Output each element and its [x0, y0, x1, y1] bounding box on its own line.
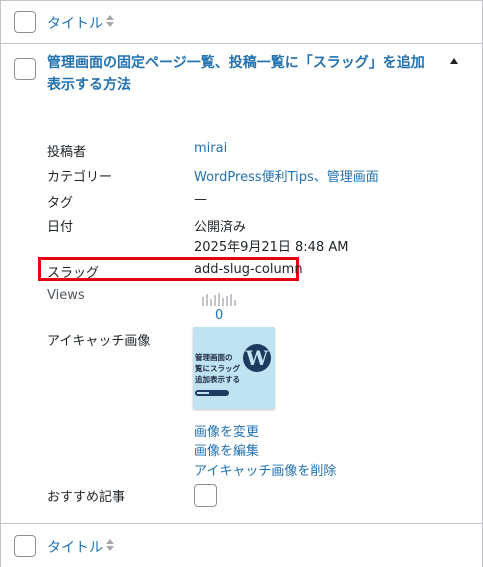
remove-featured-image-link[interactable]: アイキャッチ画像を削除 — [194, 460, 336, 479]
slug-value: add-slug-column — [194, 262, 303, 277]
wordpress-logo-icon: W — [243, 344, 271, 372]
recommend-label: おすすめ記事 — [47, 490, 126, 505]
column-title-sort-link-footer[interactable]: タイトル — [47, 537, 103, 557]
sort-arrows-icon[interactable] — [105, 14, 115, 30]
recommend-checkbox[interactable] — [194, 484, 217, 507]
post-title-link[interactable]: 管理画面の固定ページ一覧、投稿一覧に「スラッグ」を追加表示する方法 — [47, 52, 432, 96]
views-count-link[interactable]: 0 — [215, 308, 223, 323]
date-value: 2025年9月21日 8:48 AM — [194, 240, 349, 255]
date-label: 日付 — [47, 220, 74, 235]
slug-label: スラッグ — [47, 266, 100, 281]
select-all-checkbox-footer[interactable] — [14, 535, 36, 557]
change-image-link[interactable]: 画像を変更 — [194, 421, 259, 440]
sort-arrows-icon[interactable] — [105, 538, 115, 554]
row-select-checkbox[interactable] — [14, 58, 36, 80]
collapse-row-icon[interactable] — [450, 58, 458, 64]
views-label: Views — [47, 288, 85, 303]
edit-image-link[interactable]: 画像を編集 — [194, 440, 259, 459]
category-label: カテゴリー — [47, 170, 113, 185]
table-footer: タイトル — [1, 523, 482, 567]
thumbnail-label: アイキャッチ画像 — [47, 334, 151, 349]
tag-label: タグ — [47, 196, 74, 211]
date-status: 公開済み — [194, 220, 247, 235]
posts-list-table: タイトル 管理画面の固定ページ一覧、投稿一覧に「スラッグ」を追加表示する方法 投… — [0, 0, 483, 567]
author-label: 投稿者 — [47, 145, 87, 160]
select-all-checkbox[interactable] — [14, 11, 36, 33]
tag-value: — — [194, 192, 207, 207]
column-title-sort-link[interactable]: タイトル — [47, 13, 103, 33]
author-link[interactable]: mirai — [194, 141, 227, 156]
table-header: タイトル — [1, 1, 482, 44]
featured-image-thumbnail[interactable]: 管理画面の 覧にスラッグ 追加表示する W — [193, 327, 275, 409]
views-sparkline-icon — [202, 292, 236, 306]
category-links[interactable]: WordPress便利Tips、管理画面 — [194, 166, 379, 185]
